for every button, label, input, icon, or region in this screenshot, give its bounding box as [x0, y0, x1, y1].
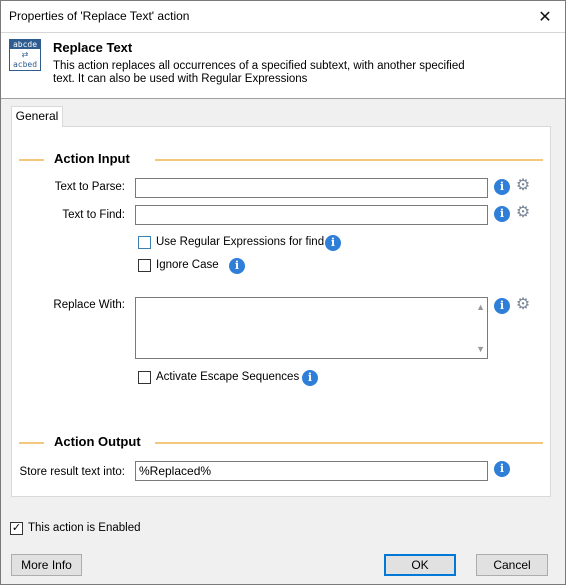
- gear-icon[interactable]: ⚙: [515, 178, 531, 194]
- properties-dialog: Properties of 'Replace Text' action ✕ ab…: [0, 0, 566, 585]
- action-header: abcde ⇄ acbed Replace Text This action r…: [1, 32, 565, 99]
- info-icon[interactable]: i: [494, 179, 510, 195]
- enabled-checkbox[interactable]: ✓: [10, 522, 23, 535]
- info-icon[interactable]: i: [302, 370, 318, 386]
- text-to-find-label: Text to Find:: [62, 209, 125, 221]
- icon-swap-arrow: ⇄: [21, 50, 29, 59]
- window-title: Properties of 'Replace Text' action: [9, 9, 190, 23]
- replace-with-textarea[interactable]: ▲ ▼: [135, 297, 488, 359]
- info-icon[interactable]: i: [494, 461, 510, 477]
- ok-button[interactable]: OK: [384, 554, 456, 576]
- info-icon[interactable]: i: [325, 235, 341, 251]
- action-output-heading: Action Output: [54, 434, 141, 449]
- cancel-button[interactable]: Cancel: [476, 554, 548, 576]
- tab-general[interactable]: General: [11, 106, 63, 127]
- store-result-label: Store result text into:: [19, 466, 125, 478]
- section-divider: [19, 442, 44, 444]
- scroll-up-icon[interactable]: ▲: [476, 302, 485, 312]
- more-info-button[interactable]: More Info: [11, 554, 82, 576]
- section-divider: [155, 442, 543, 444]
- gear-icon[interactable]: ⚙: [515, 297, 531, 313]
- action-input-section: Action Input: [12, 151, 550, 167]
- section-divider: [155, 159, 543, 161]
- section-divider: [19, 159, 44, 161]
- text-to-parse-label: Text to Parse:: [54, 181, 125, 193]
- escape-sequences-checkbox[interactable]: [138, 371, 151, 384]
- store-result-input[interactable]: [135, 461, 488, 481]
- action-description: This action replaces all occurrences of …: [53, 60, 465, 85]
- escape-sequences-label[interactable]: Activate Escape Sequences: [156, 371, 299, 383]
- text-to-parse-input[interactable]: [135, 178, 488, 198]
- gear-icon[interactable]: ⚙: [515, 205, 531, 221]
- enabled-label[interactable]: This action is Enabled: [28, 522, 141, 534]
- title-bar: Properties of 'Replace Text' action ✕: [1, 1, 565, 32]
- info-icon[interactable]: i: [229, 258, 245, 274]
- replace-with-label: Replace With:: [53, 299, 125, 311]
- action-title: Replace Text: [53, 40, 133, 55]
- scroll-down-icon[interactable]: ▼: [476, 344, 485, 354]
- icon-text-bottom: acbed: [10, 60, 40, 69]
- use-regex-checkbox[interactable]: [138, 236, 151, 249]
- info-icon[interactable]: i: [494, 298, 510, 314]
- replace-text-icon: abcde ⇄ acbed: [9, 39, 41, 71]
- ignore-case-checkbox[interactable]: [138, 259, 151, 272]
- use-regex-label[interactable]: Use Regular Expressions for find: [156, 236, 324, 248]
- info-icon[interactable]: i: [494, 206, 510, 222]
- ignore-case-label[interactable]: Ignore Case: [156, 259, 219, 271]
- close-icon[interactable]: ✕: [525, 1, 565, 32]
- icon-text-top: abcde: [10, 40, 40, 49]
- action-output-section: Action Output: [12, 434, 550, 450]
- general-panel: Action Input Text to Parse: i ⚙ Text to …: [11, 126, 551, 497]
- action-input-heading: Action Input: [54, 151, 130, 166]
- text-to-find-input[interactable]: [135, 205, 488, 225]
